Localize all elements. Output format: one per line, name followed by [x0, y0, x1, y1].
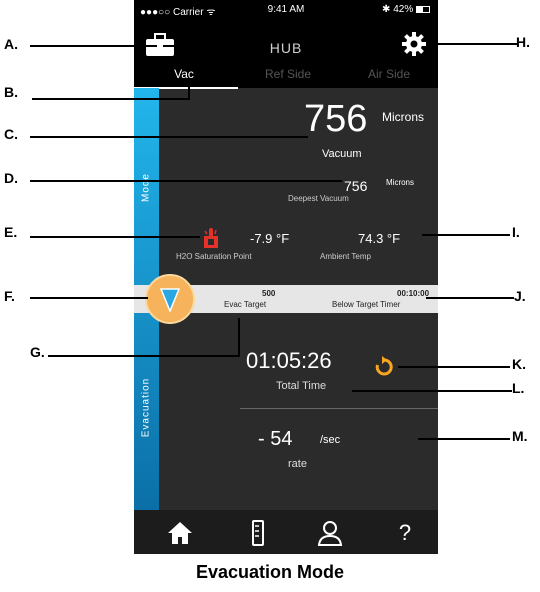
status-bar: ●●●○○ Carrier ᯤ 9:41 AM ✱ 42% — [134, 4, 438, 18]
callout-label-b: B. — [4, 84, 18, 100]
deepest-vacuum-label: Deepest Vacuum — [288, 194, 349, 203]
callout-line-c — [30, 136, 308, 138]
total-time-value: 01:05:26 — [246, 348, 332, 373]
rate-unit: /sec — [320, 434, 341, 446]
callout-label-c: C. — [4, 126, 18, 142]
figure-caption: Evacuation Mode — [195, 562, 345, 582]
callout-line-j — [426, 297, 514, 299]
callout-line-b — [32, 98, 190, 100]
callout-line-i — [422, 234, 510, 236]
top-bar: ●●●○○ Carrier ᯤ 9:41 AM ✱ 42% HUB Vac Re… — [134, 0, 438, 89]
manifold-icon[interactable] — [245, 520, 271, 546]
callout-label-i: I. — [512, 224, 520, 240]
callout-line-a — [30, 45, 148, 47]
h2o-saturation-value: -7.9 °F — [250, 231, 290, 246]
rate-value: - 54 — [258, 428, 293, 450]
thermometer-icon — [204, 228, 218, 248]
ambient-temp-value: 74.3 °F — [358, 231, 401, 246]
tab-vac[interactable]: Vac — [134, 67, 234, 81]
callout-line-e — [30, 236, 200, 238]
vacuum-label: Vacuum — [322, 148, 362, 160]
callout-label-e: E. — [4, 224, 18, 240]
reset-icon[interactable] — [373, 356, 395, 378]
callout-label-a: A. — [4, 36, 18, 52]
callout-label-l: L. — [512, 380, 525, 396]
callout-line-m — [418, 438, 510, 440]
below-target-timer-label: Below Target Timer — [332, 300, 401, 309]
callout-line-g-vertical — [238, 318, 240, 357]
vacuum-value: 756 — [304, 98, 368, 140]
user-icon[interactable] — [317, 520, 343, 546]
callout-label-d: D. — [4, 170, 18, 186]
callout-label-h: H. — [516, 34, 530, 50]
callout-label-m: M. — [512, 428, 528, 444]
evac-target-label: Evac Target — [224, 300, 267, 309]
vacuum-unit: Microns — [382, 110, 425, 124]
phone-screen: ●●●○○ Carrier ᯤ 9:41 AM ✱ 42% HUB Vac Re… — [134, 0, 438, 554]
ambient-temp-label: Ambient Temp — [320, 252, 371, 261]
help-icon[interactable]: ? — [392, 520, 418, 546]
deepest-vacuum-value: 756 — [344, 178, 368, 194]
callout-label-g: G. — [30, 344, 45, 360]
below-target-timer-value[interactable]: 00:10:00 — [397, 289, 429, 298]
callout-line-b-vertical — [188, 84, 190, 100]
evacuation-mode-label[interactable]: Evacuation — [141, 368, 152, 448]
callout-line-f — [30, 297, 148, 299]
tab-ref-side[interactable]: Ref Side — [238, 67, 338, 81]
deepest-vacuum-unit: Microns — [386, 178, 415, 187]
callout-label-j: J. — [514, 288, 526, 304]
rate-label: rate — [288, 458, 307, 470]
mode-label[interactable]: Mode — [141, 148, 152, 228]
tab-air-side[interactable]: Air Side — [340, 67, 438, 81]
triangle-down-icon — [160, 288, 180, 312]
h2o-saturation-label: H2O Saturation Point — [176, 252, 252, 261]
total-time-label: Total Time — [276, 380, 327, 392]
callout-line-d — [30, 180, 342, 182]
callout-label-f: F. — [4, 288, 15, 304]
evac-target-marker[interactable] — [145, 274, 195, 324]
home-icon[interactable] — [167, 520, 193, 546]
battery-indicator: ✱ 42% — [382, 4, 430, 15]
gear-icon[interactable] — [402, 32, 426, 56]
callout-line-l — [352, 390, 512, 392]
bottom-nav: ? — [134, 510, 438, 554]
callout-line-h — [432, 43, 518, 45]
callout-line-k — [398, 366, 510, 368]
divider — [240, 408, 438, 409]
evac-target-value[interactable]: 500 — [262, 289, 275, 298]
callout-line-g — [48, 355, 240, 357]
callout-label-k: K. — [512, 356, 526, 372]
battery-icon — [416, 5, 430, 13]
page-title: HUB — [269, 40, 303, 56]
battery-percent: ✱ 42% — [382, 4, 414, 15]
